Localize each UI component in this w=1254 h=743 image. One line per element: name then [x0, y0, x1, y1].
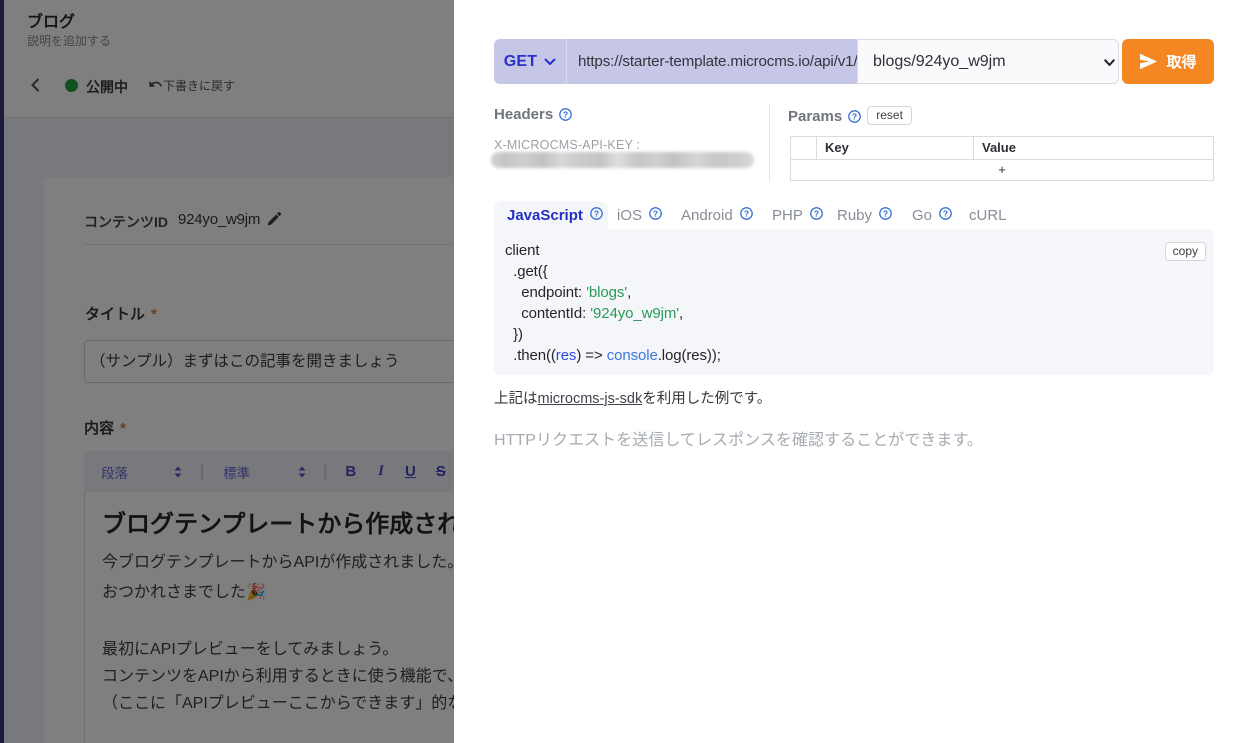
svg-text:?: ?	[852, 112, 857, 122]
svg-text:?: ?	[563, 110, 568, 120]
svg-text:?: ?	[883, 208, 888, 218]
svg-text:?: ?	[594, 208, 599, 218]
svg-text:?: ?	[814, 208, 819, 218]
svg-text:?: ?	[744, 208, 749, 218]
svg-text:?: ?	[943, 208, 948, 218]
svg-text:?: ?	[653, 208, 658, 218]
